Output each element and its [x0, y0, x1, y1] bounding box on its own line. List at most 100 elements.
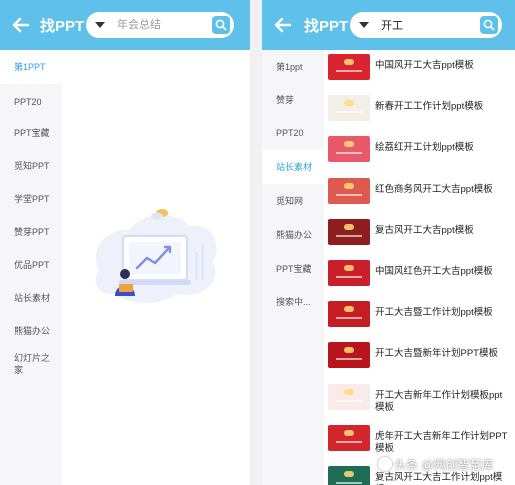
result-item[interactable]: 开工大吉暨工作计划ppt模板: [324, 298, 515, 338]
result-item[interactable]: 开工大吉暨新年计划PPT模板: [324, 339, 515, 379]
search-box[interactable]: [86, 12, 234, 38]
result-thumbnail: [328, 301, 370, 328]
result-thumbnail: [328, 424, 370, 451]
watermark-logo-icon: [378, 457, 392, 471]
thumbnail-ornament: [344, 223, 354, 230]
result-thumbnail: [328, 54, 370, 80]
result-item[interactable]: 中国风红色开工大吉ppt模板: [324, 257, 515, 297]
sidebar-item-label: 第1ppt: [276, 62, 303, 72]
result-thumbnail: [328, 466, 370, 485]
result-title: 复古风开工大吉工作计划ppt模板: [375, 472, 503, 485]
thumbnail-text-line: [336, 234, 362, 237]
sidebar-item-huandengpian[interactable]: 幻灯片之家: [0, 352, 62, 376]
back-arrow-icon[interactable]: [272, 14, 294, 36]
thumbnail-ornament: [344, 347, 354, 354]
sidebar-item-label: 熊猫办公: [276, 230, 313, 240]
sidebar-item-mizhi[interactable]: 觅知PPT: [0, 160, 62, 172]
search-input[interactable]: [381, 18, 471, 32]
result-thumbnail: [328, 342, 370, 369]
thumbnail-ornament: [344, 100, 354, 107]
thumbnail-text-line: [336, 152, 362, 155]
result-item[interactable]: 开工大吉新年工作计划模板ppt模板: [324, 381, 515, 421]
result-item[interactable]: 红色商务风开工大吉ppt模板: [324, 175, 515, 215]
sidebar-item-pptbaozang[interactable]: PPT宝藏: [0, 127, 62, 139]
back-arrow-icon[interactable]: [10, 14, 32, 36]
result-title: 绘荔红开工计划ppt模板: [375, 142, 474, 154]
sidebar-item-label: PPT宝藏: [276, 264, 312, 274]
sidebar-item-1ppt[interactable]: 第1ppt: [262, 61, 324, 73]
sidebar-item-xuetang[interactable]: 学堂PPT: [0, 193, 62, 205]
result-title: 新春开工工作计划ppt模板: [375, 101, 484, 113]
left-screen: 找PPT 第1PPT PPT20 PPT宝藏 觅知PPT 学堂PPT: [0, 0, 250, 485]
sidebar-item-zhanzhang[interactable]: 站长素材: [262, 150, 324, 184]
source-sidebar: 第1ppt 赞芽 PPT20 站长素材 觅知网 熊猫办公 PPT宝藏 搜索中..…: [262, 50, 324, 485]
sidebar-item-label: PPT宝藏: [14, 128, 50, 138]
thumbnail-ornament: [344, 265, 354, 271]
thumbnail-ornament: [344, 388, 354, 395]
top-bar: 找PPT: [262, 0, 515, 50]
result-item[interactable]: 新春开工工作计划ppt模板: [324, 92, 515, 132]
thumbnail-text-line: [336, 399, 362, 402]
result-title: 中国风开工大吉ppt模板: [375, 60, 474, 71]
top-bar: 找PPT: [0, 0, 250, 50]
sidebar-item-label: 搜索中...: [276, 297, 311, 307]
search-button[interactable]: [212, 16, 230, 34]
sidebar-item-mizhi[interactable]: 觅知网: [262, 195, 324, 207]
dropdown-triangle-icon[interactable]: [359, 22, 369, 28]
result-title: 开工大吉暨新年计划PPT模板: [375, 348, 498, 360]
thumbnail-text-line: [336, 276, 362, 278]
result-title: 开工大吉新年工作计划模板ppt模板: [375, 389, 503, 413]
app-title: 找PPT: [304, 18, 349, 35]
app-title: 找PPT: [40, 18, 85, 35]
result-title: 虎年开工大吉新年工作计划PPT模板: [375, 430, 508, 454]
search-icon: [483, 19, 495, 31]
thumbnail-ornament: [344, 59, 354, 65]
sidebar-item-searching: 搜索中...: [262, 296, 324, 308]
thumbnail-ornament: [344, 141, 354, 148]
thumbnail-text-line: [336, 482, 362, 484]
sidebar-item-xiongmao[interactable]: 熊猫办公: [0, 325, 62, 337]
sidebar-item-label: 学堂PPT: [14, 194, 50, 204]
thumbnail-text-line: [336, 440, 362, 443]
result-item[interactable]: 中国风开工大吉ppt模板: [324, 51, 515, 91]
thumbnail-text-line: [336, 111, 362, 114]
thumbnail-ornament: [344, 429, 354, 436]
search-box[interactable]: [350, 12, 502, 38]
sidebar-item-label: 赞芽PPT: [14, 227, 50, 237]
sidebar-item-zhanzhang[interactable]: 站长素材: [0, 292, 62, 304]
sidebar-item-label: 站长素材: [276, 162, 313, 172]
sidebar-item-xiongmao[interactable]: 熊猫办公: [262, 229, 324, 241]
result-thumbnail: [328, 218, 370, 245]
sidebar-item-label: 熊猫办公: [14, 326, 51, 336]
source-sidebar: 第1PPT PPT20 PPT宝藏 觅知PPT 学堂PPT 赞芽PPT 优品PP…: [0, 50, 62, 485]
dropdown-triangle-icon[interactable]: [95, 22, 105, 28]
sidebar-item-1ppt[interactable]: 第1PPT: [0, 50, 62, 84]
result-title: 开工大吉暨工作计划ppt模板: [375, 307, 493, 319]
sidebar-item-zanya[interactable]: 赞芽: [262, 94, 324, 106]
sidebar-item-label: PPT20: [276, 128, 304, 138]
result-item[interactable]: 绘荔红开工计划ppt模板: [324, 133, 515, 173]
sidebar-item-label: 优品PPT: [14, 260, 50, 270]
thumbnail-text-line: [336, 317, 362, 320]
right-screen: 找PPT 第1ppt 赞芽 PPT20 站长素材 觅知网: [262, 0, 515, 485]
sidebar-item-label: 赞芽: [276, 95, 295, 105]
sidebar-item-label: 幻灯片之家: [14, 353, 51, 375]
sidebar-item-label: 觅知PPT: [14, 161, 50, 171]
thumbnail-text-line: [336, 358, 362, 361]
sidebar-item-zanya[interactable]: 赞芽PPT: [0, 226, 62, 238]
screen-divider: [250, 0, 262, 485]
sidebar-item-label: 站长素材: [14, 293, 51, 303]
thumbnail-ornament: [344, 306, 354, 313]
search-input[interactable]: [117, 18, 207, 32]
result-item[interactable]: 复古风开工大吉ppt模板: [324, 216, 515, 256]
result-thumbnail: [328, 260, 370, 286]
empty-state-illustration: [95, 209, 217, 303]
sidebar-item-ppt20[interactable]: PPT20: [0, 96, 62, 108]
sidebar-item-ppt20[interactable]: PPT20: [262, 127, 324, 139]
result-list: 中国风开工大吉ppt模板 新春开工工作计划ppt模板 绘荔红开工计划ppt模板红色商…: [324, 50, 515, 485]
sidebar-item-pptbaozang[interactable]: PPT宝藏: [262, 263, 324, 275]
result-thumbnail: [328, 95, 370, 122]
search-button[interactable]: [480, 16, 498, 34]
sidebar-item-youpin[interactable]: 优品PPT: [0, 259, 62, 271]
result-title: 中国风红色开工大吉ppt模板: [375, 266, 493, 277]
